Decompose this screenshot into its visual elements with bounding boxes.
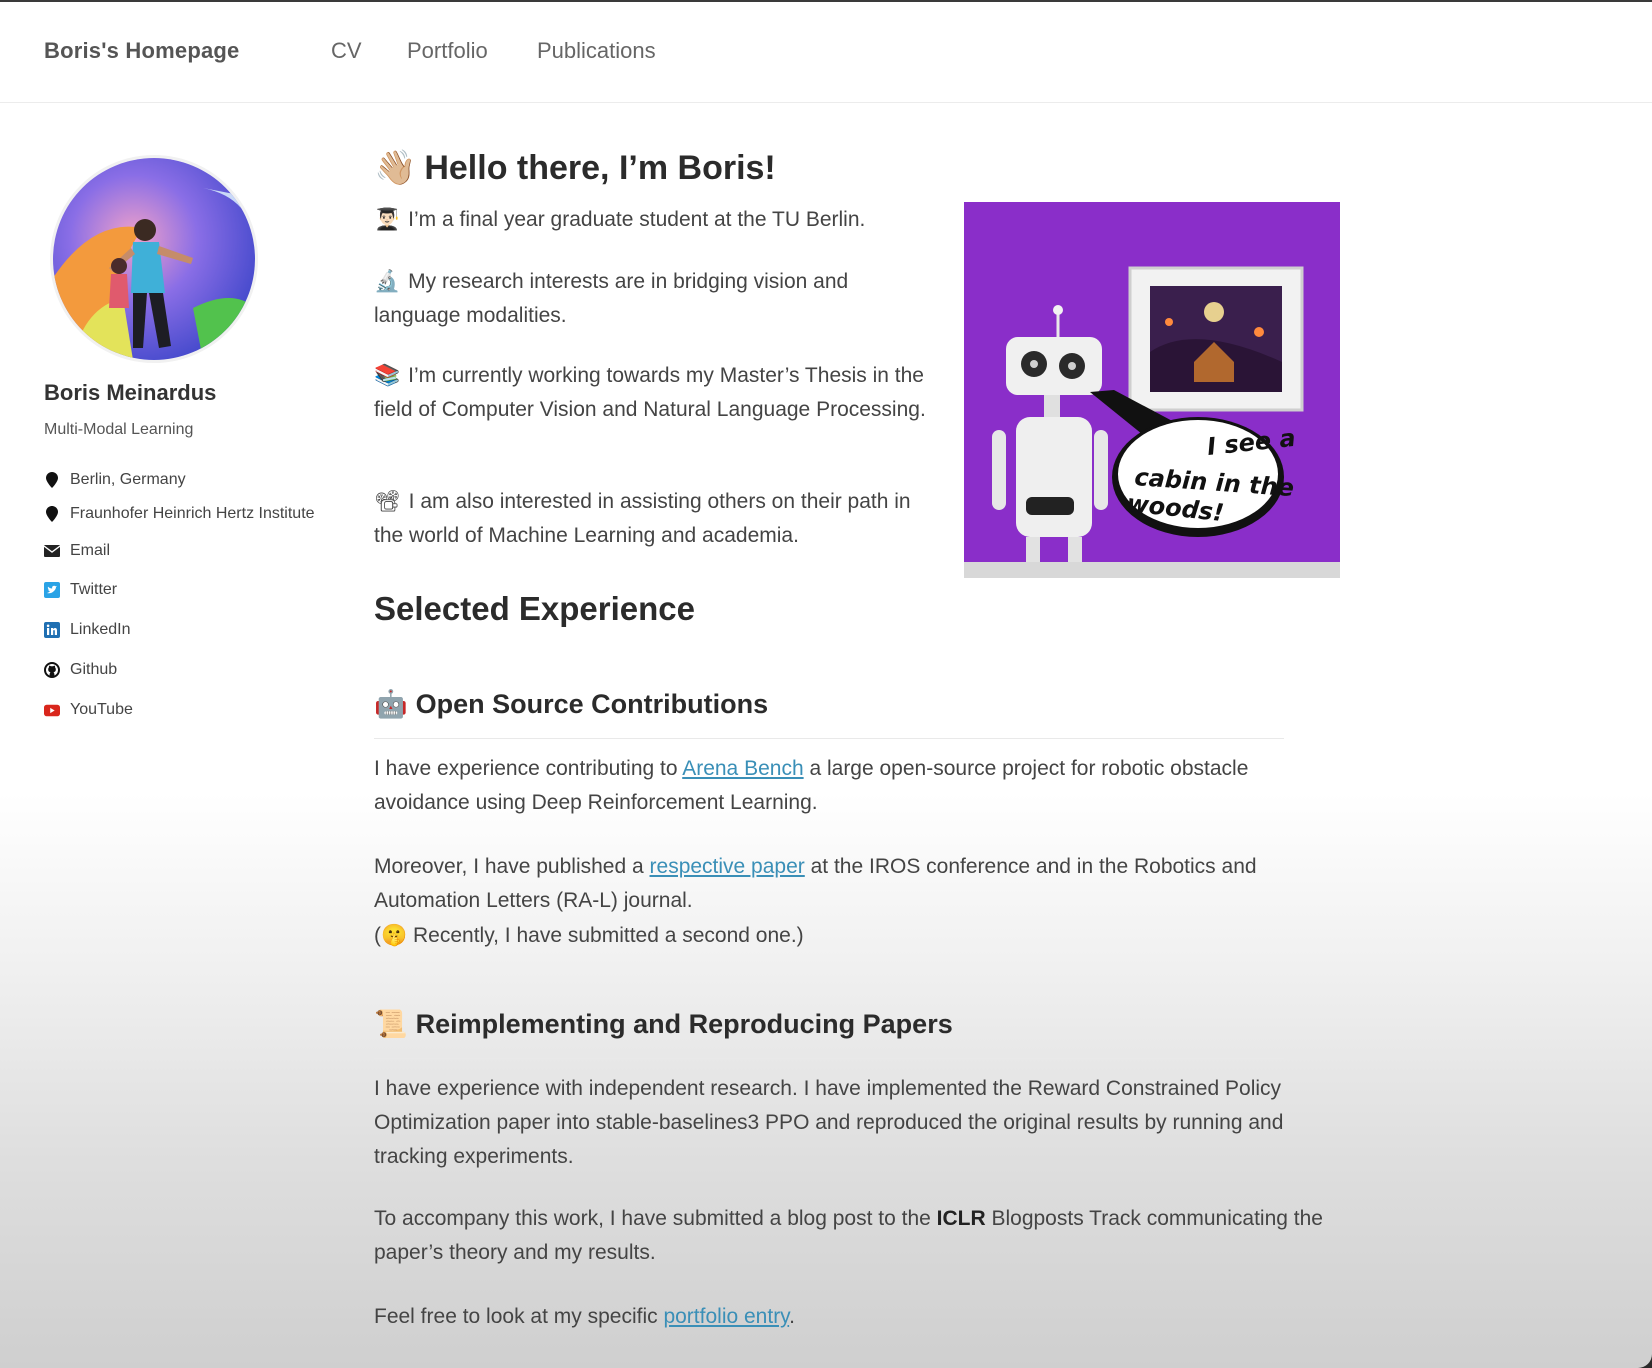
sidebar-item-youtube[interactable]: YouTube: [44, 699, 133, 721]
sidebar-item-email[interactable]: Email: [44, 540, 110, 562]
books-icon: 📚: [374, 363, 401, 387]
page-title: 👋🏼 Hello there, I’m Boris!: [374, 148, 776, 188]
intro-paragraph: 👨🏻‍🎓 I’m a final year graduate student at…: [374, 202, 934, 237]
arena-bench-link[interactable]: Arena Bench: [682, 757, 803, 780]
linkedin-icon: [44, 622, 60, 638]
sidebar-item-label: LinkedIn: [70, 621, 131, 638]
window-edge: [0, 0, 1652, 2]
microscope-icon: 🔬: [374, 269, 401, 293]
avatar: [50, 155, 258, 363]
nav-link-portfolio[interactable]: Portfolio: [407, 38, 488, 64]
sidebar-item-label: Twitter: [70, 581, 118, 598]
portfolio-paragraph: Feel free to look at my specific portfol…: [374, 1300, 1324, 1334]
author-name: Boris Meinardus: [44, 380, 217, 405]
youtube-icon: [44, 702, 60, 718]
body-text: Recently, I have submitted a second one.…: [407, 924, 804, 947]
sidebar-item-label: YouTube: [70, 701, 133, 718]
sidebar-item-employer: Fraunhofer Heinrich Hertz Institute: [44, 503, 315, 525]
github-icon: [44, 662, 60, 678]
sidebar-item-label: Fraunhofer Heinrich Hertz Institute: [70, 505, 315, 522]
sidebar-item-label: Github: [70, 661, 118, 678]
blogpost-paragraph: To accompany this work, I have submitted…: [374, 1202, 1324, 1270]
twitter-icon: [44, 582, 60, 598]
divider: [374, 738, 1284, 739]
body-text: Moreover, I have published a: [374, 855, 650, 878]
portfolio-entry-link[interactable]: portfolio entry: [663, 1305, 789, 1328]
scroll-icon: 📜: [374, 1009, 408, 1040]
map-marker-icon: [44, 506, 60, 522]
sidebar-item-label: Berlin, Germany: [70, 471, 186, 488]
intro-text: My research interests are in bridging vi…: [374, 270, 849, 327]
sidebar-item-github[interactable]: Github: [44, 659, 117, 681]
intro-paragraph: 🔬 My research interests are in bridging v…: [374, 264, 934, 333]
subsection-title: Reimplementing and Reproducing Papers: [415, 1009, 953, 1039]
body-text: (: [374, 924, 381, 947]
intro-paragraph: 📚 I’m currently working towards my Master…: [374, 358, 934, 427]
iclr-text: ICLR: [936, 1207, 986, 1230]
page: Boris's Homepage CV Portfolio Publicatio…: [0, 0, 1652, 1368]
top-navbar: Boris's Homepage CV Portfolio Publicatio…: [0, 0, 1652, 103]
shushing-face-icon: 🤫: [381, 923, 408, 947]
sidebar-item-label: Email: [70, 542, 111, 559]
map-marker-icon: [44, 472, 60, 488]
author-role: Multi-Modal Learning: [44, 421, 194, 438]
subsection-heading-reimplementing: 📜 Reimplementing and Reproducing Papers: [374, 1008, 953, 1040]
publication-paragraph: Moreover, I have published a respective …: [374, 850, 1324, 953]
reimplementing-paragraph: I have experience with independent resea…: [374, 1077, 1284, 1168]
body-text: .: [789, 1305, 795, 1328]
open-source-paragraph: I have experience contributing to Arena …: [374, 752, 1324, 820]
subsection-title: Open Source Contributions: [415, 689, 769, 719]
sidebar-item-twitter[interactable]: Twitter: [44, 579, 117, 601]
divider: [374, 1058, 1284, 1059]
envelope-icon: [44, 543, 60, 559]
body-text: To accompany this work, I have submitted…: [374, 1207, 937, 1230]
hero-image: I see a cabin in the woods!: [964, 202, 1340, 578]
intro-text: I’m a final year graduate student at the…: [408, 208, 866, 231]
body-text: I have experience contributing to: [374, 757, 683, 780]
page-title-text: Hello there, I’m Boris!: [424, 149, 776, 187]
section-heading-experience: Selected Experience: [374, 590, 696, 627]
intro-text: I am also interested in assisting others…: [374, 490, 911, 547]
robot-icon: 🤖: [374, 689, 408, 720]
waving-hand-icon: 👋🏼: [374, 148, 417, 188]
respective-paper-link[interactable]: respective paper: [650, 855, 805, 878]
nav-link-cv[interactable]: CV: [331, 38, 362, 64]
intro-paragraph: 📽 I am also interested in assisting other…: [374, 484, 934, 553]
site-brand-link[interactable]: Boris's Homepage: [44, 38, 240, 64]
projector-icon: 📽: [374, 489, 401, 513]
student-icon: 👨🏻‍🎓: [374, 207, 401, 231]
nav-link-publications[interactable]: Publications: [537, 38, 656, 64]
body-text: Feel free to look at my specific: [374, 1305, 664, 1328]
subsection-heading-open-source: 🤖 Open Source Contributions: [374, 688, 768, 720]
sidebar-item-linkedin[interactable]: LinkedIn: [44, 619, 131, 641]
intro-text: I’m currently working towards my Master’…: [374, 364, 926, 421]
sidebar-item-location: Berlin, Germany: [44, 469, 186, 491]
